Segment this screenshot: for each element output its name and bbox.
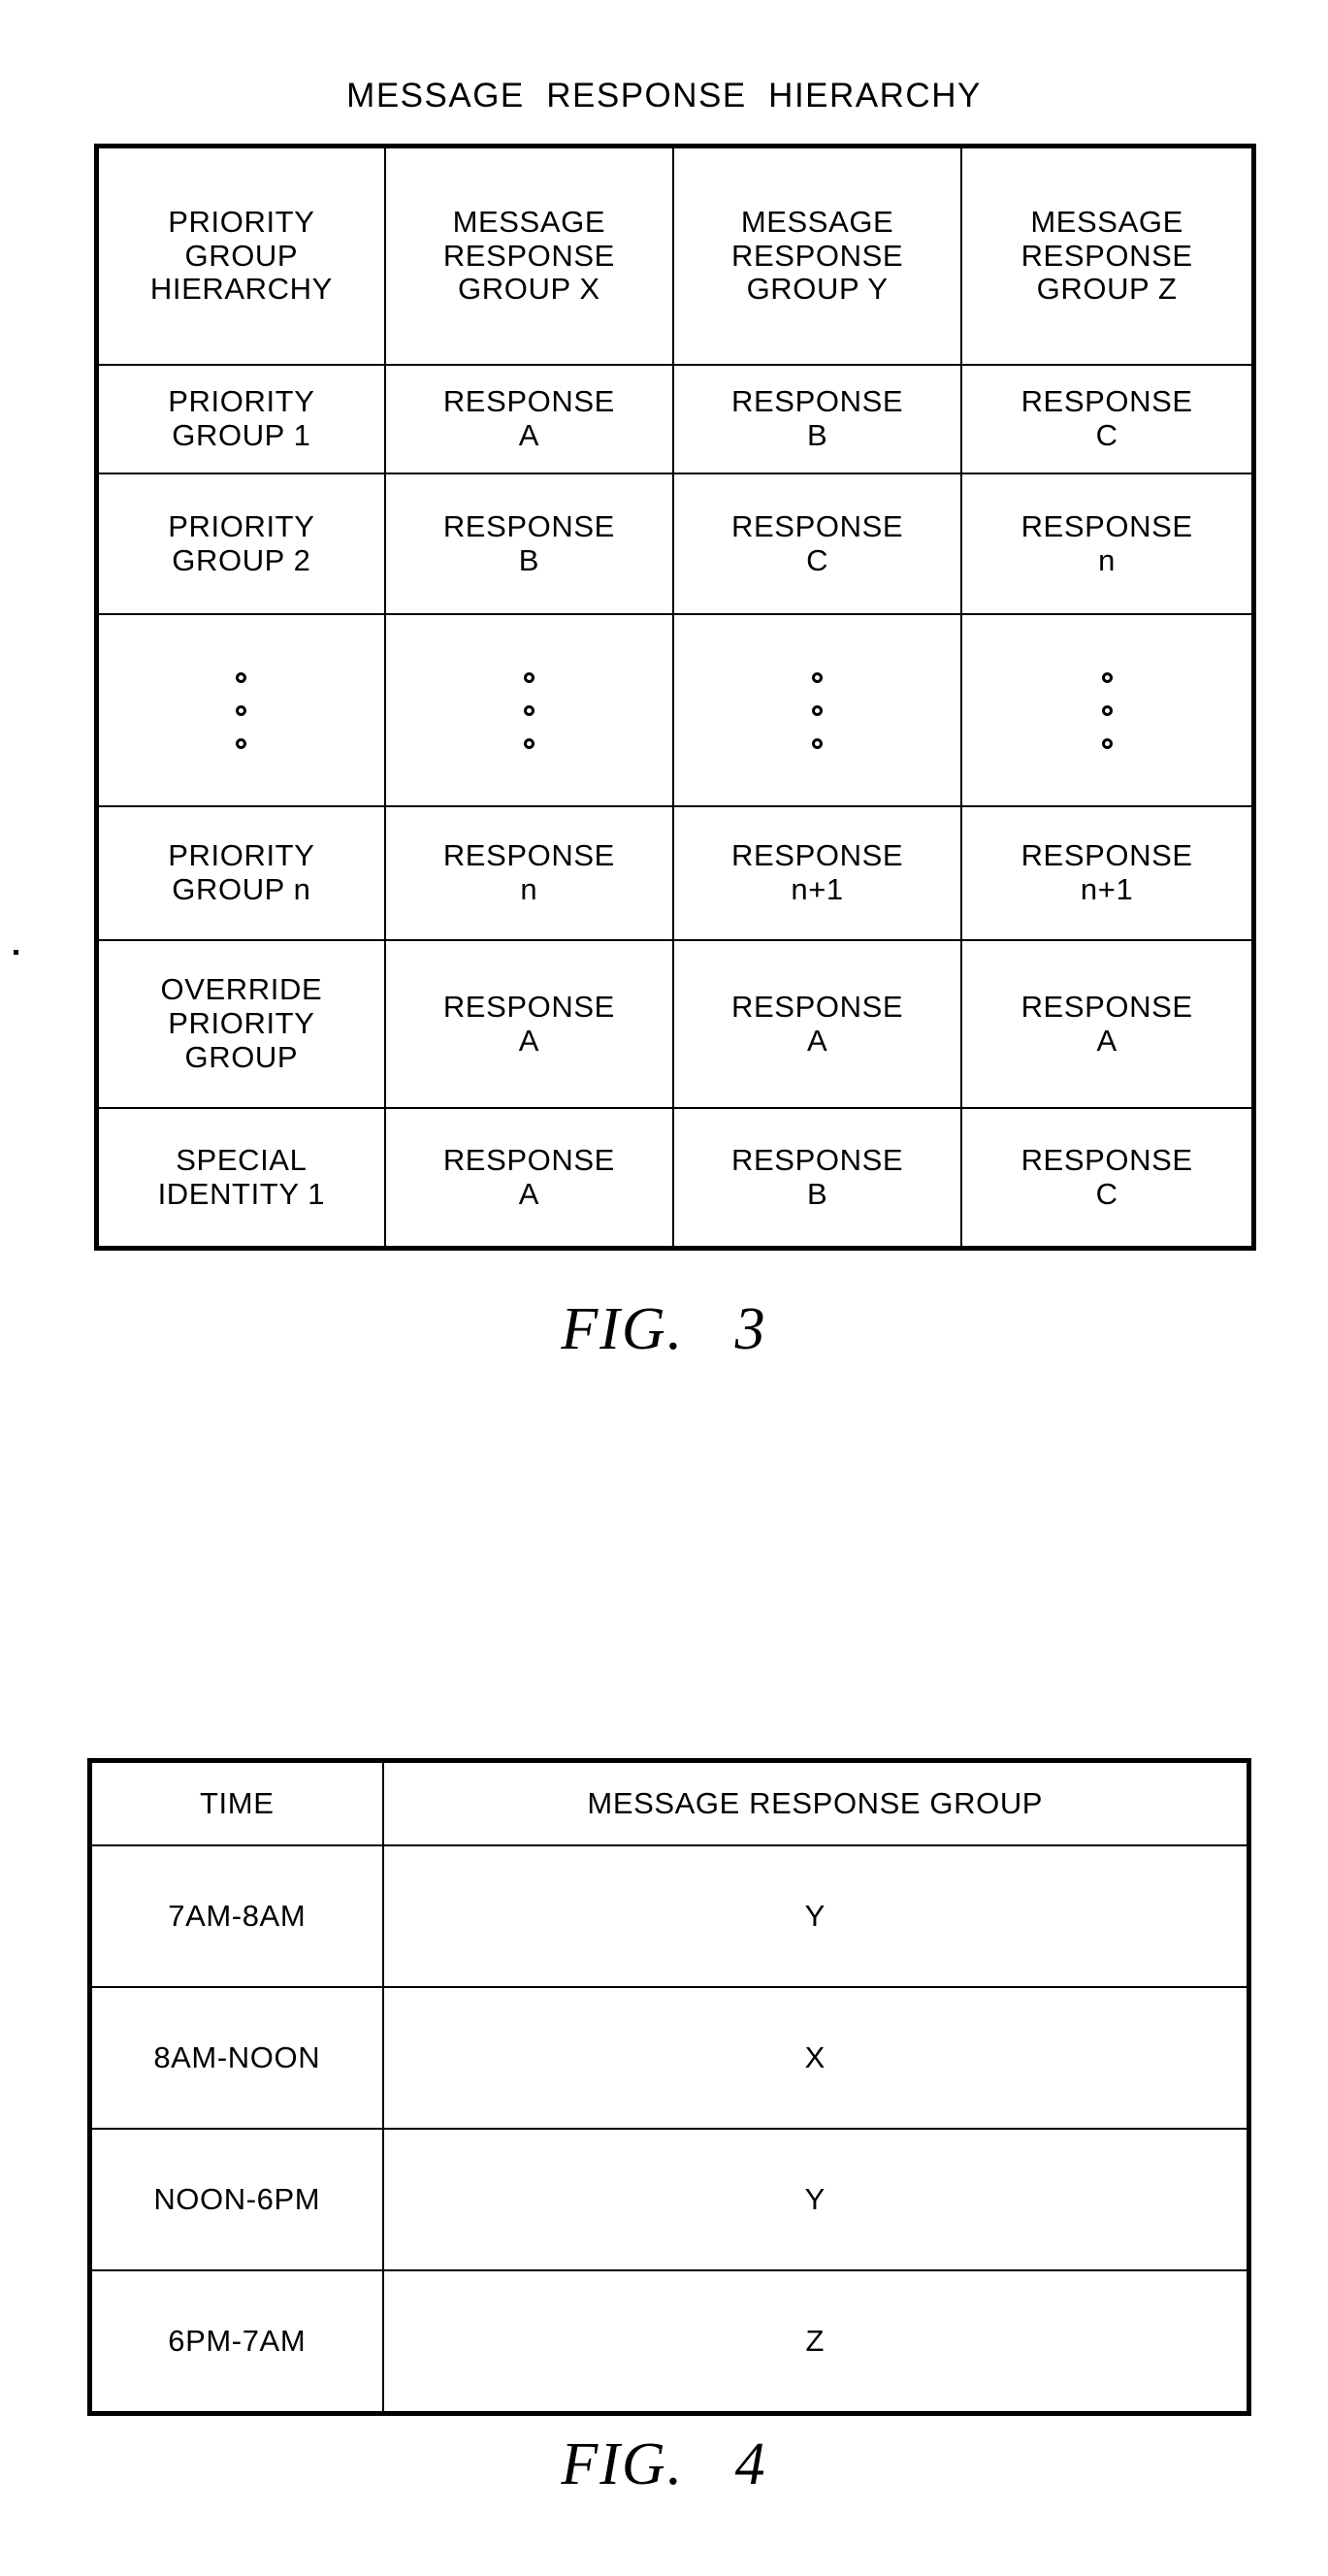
cell-priority-group: PRIORITY GROUP n (95, 805, 386, 941)
cell-message-response-group: Y (381, 1844, 1250, 1988)
cell-vertical-ellipsis (960, 613, 1255, 807)
table-header-row: TIME MESSAGE RESPONSE GROUP (88, 1759, 1250, 1846)
cell-time-range: 7AM-8AM (88, 1844, 384, 1988)
cell-response-z: RESPONSE A (960, 939, 1255, 1109)
vertical-ellipsis-icon (678, 615, 956, 805)
column-header-message-response-group-y: MESSAGE RESPONSE GROUP Y (671, 145, 963, 366)
cell-message-response-group: Z (381, 2269, 1250, 2415)
table-row: OVERRIDE PRIORITY GROUP RESPONSE A RESPO… (95, 939, 1255, 1109)
table-row: 6PM-7AM Z (88, 2269, 1250, 2415)
patent-drawing-sheet: MESSAGE RESPONSE HIERARCHY PRIORITY GROU… (0, 0, 1328, 2576)
fig3-table-title: MESSAGE RESPONSE HIERARCHY (346, 77, 982, 114)
table-row: SPECIAL IDENTITY 1 RESPONSE A RESPONSE B… (95, 1107, 1255, 1250)
cell-vertical-ellipsis (671, 613, 963, 807)
column-header-message-response-group: MESSAGE RESPONSE GROUP (381, 1759, 1250, 1846)
cell-time-range: 8AM-NOON (88, 1986, 384, 2130)
cell-response-x: RESPONSE n (383, 805, 674, 941)
table-row-ellipsis (95, 613, 1255, 807)
cell-response-y: RESPONSE B (671, 364, 963, 474)
cell-response-z: RESPONSE C (960, 1107, 1255, 1250)
cell-vertical-ellipsis (95, 613, 386, 807)
table-row: PRIORITY GROUP 1 RESPONSE A RESPONSE B R… (95, 364, 1255, 474)
cell-response-z: RESPONSE n+1 (960, 805, 1255, 941)
cell-message-response-group: X (381, 1986, 1250, 2130)
column-header-time: TIME (88, 1759, 384, 1846)
column-header-message-response-group-z: MESSAGE RESPONSE GROUP Z (960, 145, 1255, 366)
vertical-ellipsis-icon (966, 615, 1247, 805)
table-row: PRIORITY GROUP n RESPONSE n RESPONSE n+1… (95, 805, 1255, 941)
cell-response-y: RESPONSE n+1 (671, 805, 963, 941)
cell-response-y: RESPONSE B (671, 1107, 963, 1250)
table-header-row: PRIORITY GROUP HIERARCHY MESSAGE RESPONS… (95, 145, 1255, 366)
table-row: 8AM-NOON X (88, 1986, 1250, 2130)
vertical-ellipsis-icon (103, 615, 380, 805)
cell-priority-group: PRIORITY GROUP 1 (95, 364, 386, 474)
cell-message-response-group: Y (381, 2128, 1250, 2271)
figure-3-caption: FIG. 3 (561, 1296, 767, 1362)
scan-artifact-speck (14, 950, 18, 955)
cell-response-y: RESPONSE A (671, 939, 963, 1109)
cell-response-x: RESPONSE A (383, 1107, 674, 1250)
cell-response-x: RESPONSE A (383, 939, 674, 1109)
cell-vertical-ellipsis (383, 613, 674, 807)
message-response-hierarchy-table: PRIORITY GROUP HIERARCHY MESSAGE RESPONS… (94, 144, 1256, 1251)
column-header-priority-group-hierarchy: PRIORITY GROUP HIERARCHY (95, 145, 386, 366)
cell-special-identity: SPECIAL IDENTITY 1 (95, 1107, 386, 1250)
vertical-ellipsis-icon (390, 615, 668, 805)
cell-response-x: RESPONSE A (383, 364, 674, 474)
cell-time-range: 6PM-7AM (88, 2269, 384, 2415)
time-to-message-response-group-table: TIME MESSAGE RESPONSE GROUP 7AM-8AM Y 8A… (87, 1758, 1251, 2416)
cell-override-priority-group: OVERRIDE PRIORITY GROUP (95, 939, 386, 1109)
table-row: NOON-6PM Y (88, 2128, 1250, 2271)
table-row: 7AM-8AM Y (88, 1844, 1250, 1988)
figure-4-caption: FIG. 4 (561, 2431, 767, 2497)
column-header-message-response-group-x: MESSAGE RESPONSE GROUP X (383, 145, 674, 366)
cell-response-z: RESPONSE C (960, 364, 1255, 474)
cell-time-range: NOON-6PM (88, 2128, 384, 2271)
